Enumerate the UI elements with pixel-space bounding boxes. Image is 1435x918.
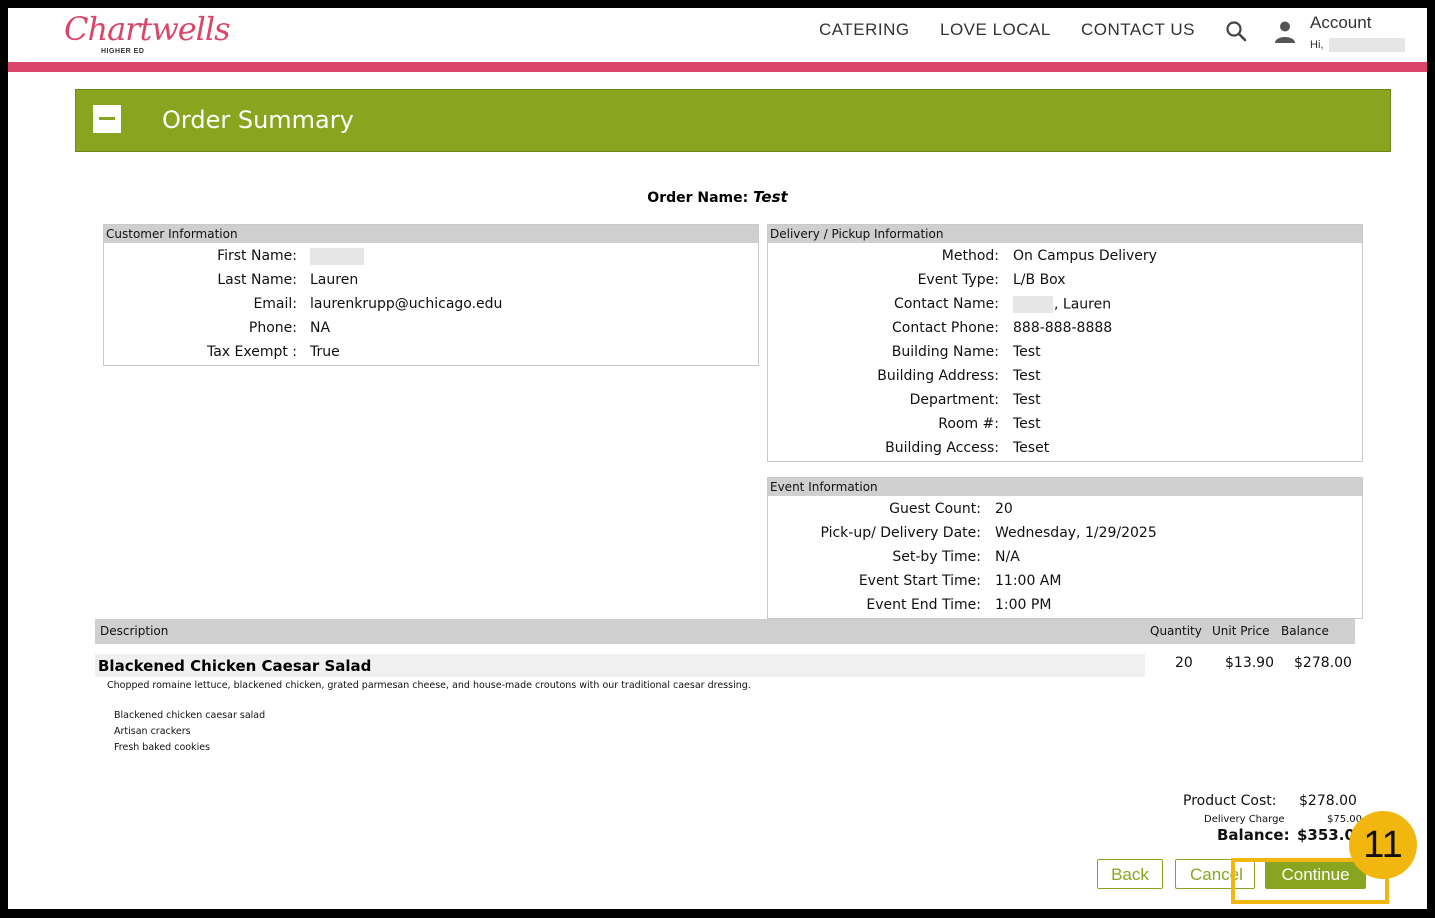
user-icon[interactable]: [1274, 20, 1296, 44]
event-field-label: Pick-up/ Delivery Date:: [820, 525, 981, 541]
customer-field-label: Tax Exempt :: [206, 344, 297, 360]
event-field-label: Event End Time:: [866, 597, 981, 613]
delivery-field-label: Building Address:: [877, 368, 999, 384]
delivery-field-label: Building Name:: [891, 344, 999, 360]
event-field-value: 11:00 AM: [995, 573, 1062, 589]
customer-info-heading: Customer Information: [104, 225, 758, 243]
greeting-text: Hi,: [1310, 38, 1324, 51]
delivery-field-label: Method:: [941, 248, 999, 264]
delivery-field-label: Room #:: [938, 416, 999, 432]
event-field-value: Wednesday, 1/29/2025: [995, 525, 1157, 541]
event-info-heading: Event Information: [768, 478, 1362, 496]
delivery-field-label: Contact Phone:: [891, 320, 999, 336]
nav-catering[interactable]: CATERING: [819, 20, 910, 40]
customer-field-value: True: [310, 344, 340, 360]
delivery-field-label: Contact Name:: [894, 296, 999, 312]
items-table-header: Description Quantity Unit Price Balance: [95, 619, 1355, 644]
col-description: Description: [100, 624, 169, 638]
delivery-charge-label: Delivery Charge: [1204, 814, 1285, 825]
event-field-label: Set-by Time:: [892, 549, 981, 565]
order-name: Order Name: Test: [0, 188, 1435, 206]
list-item: Artisan crackers: [114, 726, 191, 737]
header-accent-bar: [8, 62, 1427, 72]
customer-field-value: Lauren: [310, 272, 359, 288]
item-description: Chopped romaine lettuce, blackened chick…: [107, 680, 751, 691]
delivery-field-value: Test: [1013, 344, 1041, 360]
redacted-name: [1013, 296, 1053, 313]
delivery-field-value: Teset: [1013, 440, 1050, 456]
customer-field-label: Phone:: [248, 320, 297, 336]
site-header: Chartwells HIGHER ED CATERING LOVE LOCAL…: [8, 8, 1427, 62]
collapse-icon[interactable]: [93, 105, 121, 133]
event-field-value: N/A: [995, 549, 1020, 565]
customer-field-value: [310, 248, 365, 265]
redacted-username: [1328, 38, 1405, 52]
delivery-field-value: 888-888-8888: [1013, 320, 1113, 336]
event-field-label: Guest Count:: [889, 501, 981, 517]
delivery-field-label: Building Access:: [885, 440, 999, 456]
delivery-field-label: Event Type:: [917, 272, 999, 288]
event-field-value: 20: [995, 501, 1013, 517]
delivery-field-value: L/B Box: [1013, 272, 1066, 288]
item-unit-price: $13.90: [1225, 655, 1274, 671]
delivery-field-value: Test: [1013, 416, 1041, 432]
product-cost-value: $278.00: [1299, 793, 1357, 809]
customer-info-panel: Customer Information: [103, 224, 759, 366]
delivery-field-label: Department:: [909, 392, 999, 408]
delivery-field-value: Test: [1013, 392, 1041, 408]
logo-subtitle: HIGHER ED: [101, 48, 145, 55]
event-info-panel: Event Information: [767, 477, 1363, 619]
redacted-name: [310, 248, 364, 265]
order-summary-header[interactable]: Order Summary: [75, 89, 1391, 152]
logo-script: Chartwells: [64, 10, 231, 48]
nav-love-local[interactable]: LOVE LOCAL: [940, 20, 1051, 40]
delivery-field-value: , Lauren: [1013, 296, 1111, 313]
customer-field-label: Email:: [253, 296, 297, 312]
balance-label: Balance:: [1217, 826, 1290, 844]
product-cost-label: Product Cost:: [1183, 793, 1277, 809]
delivery-field-value: On Campus Delivery: [1013, 248, 1157, 264]
customer-field-label: Last Name:: [217, 272, 297, 288]
item-balance: $278.00: [1294, 655, 1352, 671]
search-icon[interactable]: [1225, 20, 1247, 42]
delivery-info-heading: Delivery / Pickup Information: [768, 225, 1362, 243]
item-name: Blackened Chicken Caesar Salad: [98, 657, 372, 675]
order-name-label: Order Name:: [647, 190, 749, 206]
customer-field-value: NA: [310, 320, 331, 336]
chartwells-logo[interactable]: Chartwells HIGHER ED: [64, 10, 231, 60]
account-link[interactable]: Account: [1310, 13, 1371, 33]
customer-field-value: laurenkrupp@uchicago.edu: [310, 296, 503, 312]
list-item: Blackened chicken caesar salad: [114, 710, 266, 721]
item-quantity: 20: [1175, 655, 1193, 671]
back-button[interactable]: Back: [1097, 859, 1163, 889]
customer-field-label: First Name:: [217, 248, 297, 264]
event-field-value: 1:00 PM: [995, 597, 1052, 613]
order-summary-title: Order Summary: [162, 106, 354, 134]
col-balance: Balance: [1281, 624, 1329, 638]
event-field-label: Event Start Time:: [858, 573, 981, 589]
col-unit-price: Unit Price: [1212, 624, 1270, 638]
nav-contact-us[interactable]: CONTACT US: [1081, 20, 1195, 40]
delivery-field-value-text: , Lauren: [1054, 296, 1112, 313]
order-name-value: Test: [753, 188, 788, 206]
list-item: Fresh baked cookies: [114, 742, 210, 753]
col-quantity: Quantity: [1150, 624, 1202, 638]
table-row: Blackened Chicken Caesar Salad: [95, 654, 1145, 677]
user-greeting: Hi,: [1310, 38, 1405, 52]
step-number-badge: 11: [1349, 811, 1417, 879]
delivery-field-value: Test: [1013, 368, 1041, 384]
